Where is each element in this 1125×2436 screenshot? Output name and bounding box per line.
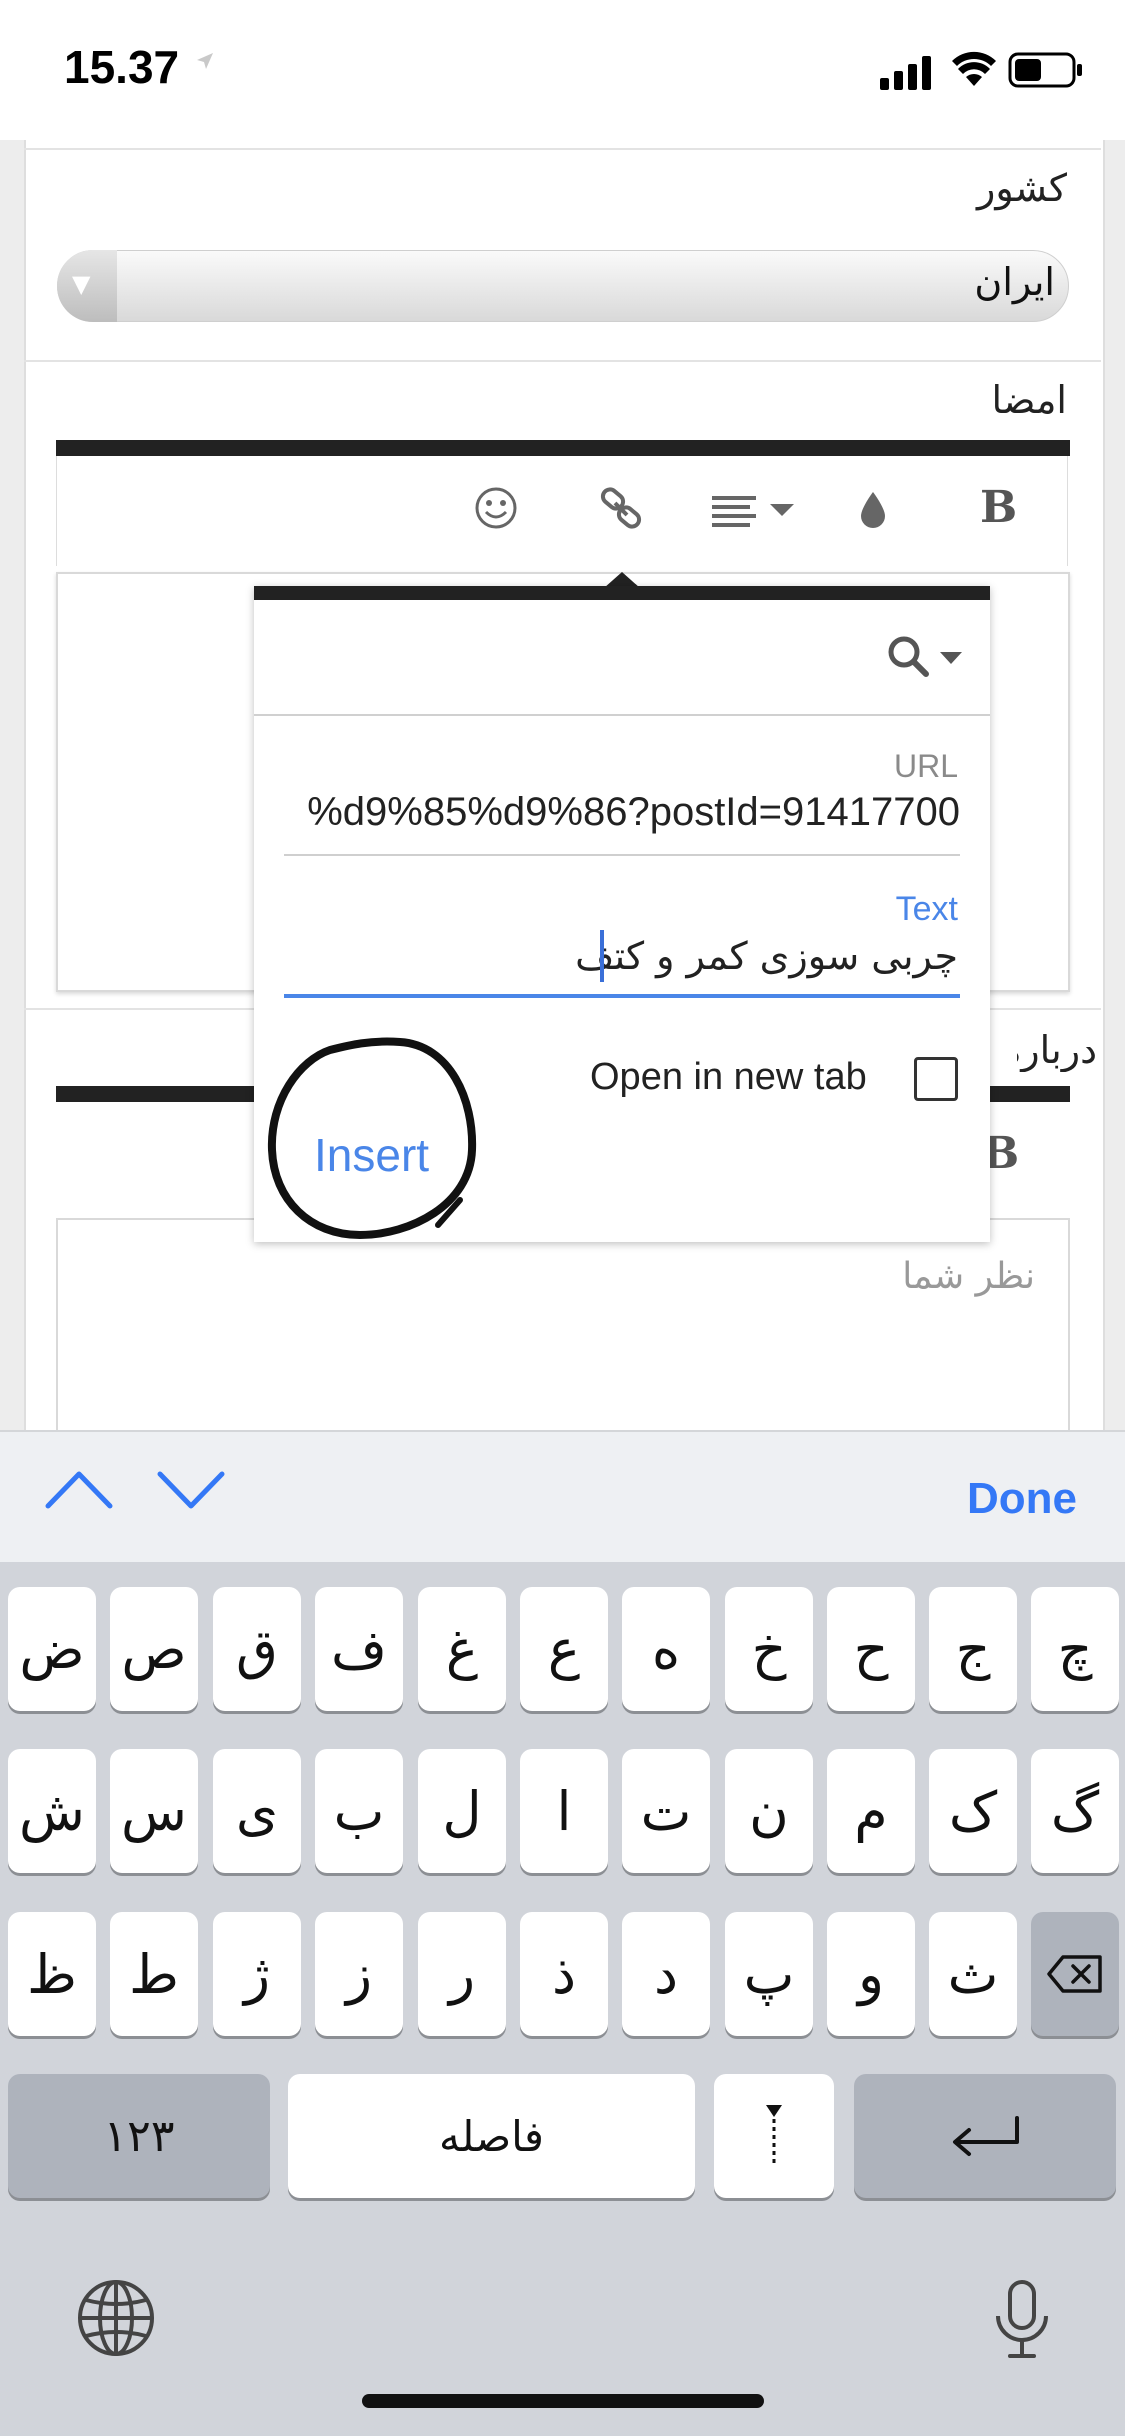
align-icon[interactable] — [712, 496, 796, 528]
wifi-icon — [952, 51, 996, 86]
keyboard: ض ص ق ف غ ع ه خ ح ج چ ش س ی ب ل ا ت ن م … — [0, 1562, 1125, 2436]
editor-top-bar — [56, 440, 1070, 456]
key[interactable]: ع — [520, 1587, 608, 1711]
open-new-tab-label: Open in new tab — [590, 1056, 867, 1098]
done-button[interactable]: Done — [967, 1474, 1077, 1524]
text-input[interactable]: چربی سوزی کمر و کتف — [575, 934, 958, 978]
divider — [24, 360, 1101, 362]
cellular-signal-icon — [880, 56, 931, 90]
link-dialog-top-bar — [254, 586, 990, 600]
key[interactable]: ج — [929, 1587, 1017, 1711]
chevron-down-icon[interactable] — [156, 1468, 226, 1512]
link-icon[interactable] — [598, 486, 644, 532]
key[interactable]: ث — [929, 1912, 1017, 2036]
return-icon — [953, 2116, 1019, 2156]
key[interactable]: چ — [1031, 1587, 1119, 1711]
status-time: 15.37 — [64, 41, 180, 93]
key[interactable]: د — [622, 1912, 710, 2036]
key[interactable]: پ — [725, 1912, 813, 2036]
key[interactable]: ص — [110, 1587, 198, 1711]
key[interactable]: ب — [315, 1749, 403, 1873]
chevron-down-icon[interactable] — [940, 652, 962, 664]
link-search-field[interactable] — [254, 600, 990, 716]
key[interactable]: ز — [315, 1912, 403, 2036]
key[interactable]: ر — [418, 1912, 506, 2036]
about-label: درباره — [1017, 1028, 1097, 1072]
country-value: ایران — [974, 260, 1055, 304]
divider — [24, 148, 1101, 150]
key[interactable]: غ — [418, 1587, 506, 1711]
key[interactable]: و — [827, 1912, 915, 2036]
key[interactable]: ذ — [520, 1912, 608, 2036]
key[interactable]: ی — [213, 1749, 301, 1873]
globe-icon[interactable] — [76, 2278, 156, 2358]
key[interactable]: گ — [1031, 1749, 1119, 1873]
open-new-tab-checkbox[interactable] — [914, 1057, 958, 1101]
key[interactable]: ل — [418, 1749, 506, 1873]
editor-toolbar — [56, 456, 1068, 566]
key[interactable]: ک — [929, 1749, 1017, 1873]
battery-icon — [1008, 52, 1082, 88]
comment-editor-body[interactable] — [56, 1218, 1070, 1448]
backspace-key[interactable] — [1031, 1912, 1119, 2036]
key[interactable]: ش — [8, 1749, 96, 1873]
return-key[interactable] — [854, 2074, 1116, 2198]
zwnj-icon — [766, 2105, 782, 2165]
key[interactable]: ح — [827, 1587, 915, 1711]
emoji-icon[interactable] — [474, 486, 518, 530]
microphone-icon[interactable] — [992, 2278, 1052, 2362]
hand-drawn-circle-annotation — [267, 1037, 477, 1240]
zwnj-key[interactable] — [714, 2074, 834, 2198]
key[interactable]: ن — [725, 1749, 813, 1873]
key[interactable]: س — [110, 1749, 198, 1873]
url-underline — [284, 854, 960, 856]
location-arrow-icon — [197, 53, 213, 69]
chevron-up-icon[interactable] — [44, 1468, 114, 1512]
text-cursor — [600, 930, 604, 982]
key[interactable]: ق — [213, 1587, 301, 1711]
url-value[interactable]: %d9%85%d9%86?postId=91417700 — [307, 790, 960, 835]
key[interactable]: ط — [110, 1912, 198, 2036]
chevron-down-icon[interactable]: ▼ — [72, 270, 90, 298]
key[interactable]: ض — [8, 1587, 96, 1711]
country-select[interactable] — [57, 250, 1069, 322]
key[interactable]: ت — [622, 1749, 710, 1873]
url-label: URL — [893, 748, 958, 784]
key[interactable]: ا — [520, 1749, 608, 1873]
search-icon[interactable] — [886, 634, 930, 678]
key[interactable]: ف — [315, 1587, 403, 1711]
home-indicator — [362, 2394, 764, 2408]
backspace-icon — [1047, 1955, 1102, 1993]
key[interactable]: خ — [725, 1587, 813, 1711]
key[interactable]: م — [827, 1749, 915, 1873]
space-key[interactable]: فاصله — [288, 2074, 695, 2198]
key[interactable]: ژ — [213, 1912, 301, 2036]
comment-placeholder: نظر شما — [902, 1256, 1035, 1297]
key[interactable]: ظ — [8, 1912, 96, 2036]
numbers-key[interactable]: ۱۲۳ — [8, 2074, 270, 2198]
signature-label: امضا — [991, 378, 1067, 422]
key[interactable]: ه — [622, 1587, 710, 1711]
text-label: Text — [895, 890, 958, 928]
country-label: کشور — [977, 166, 1067, 210]
text-underline — [284, 994, 960, 998]
url-input[interactable]: %d9%85%d9%86?postId=91417700 — [284, 790, 960, 842]
color-drop-icon[interactable] — [858, 490, 888, 530]
bold-icon[interactable]: B — [980, 482, 1017, 533]
